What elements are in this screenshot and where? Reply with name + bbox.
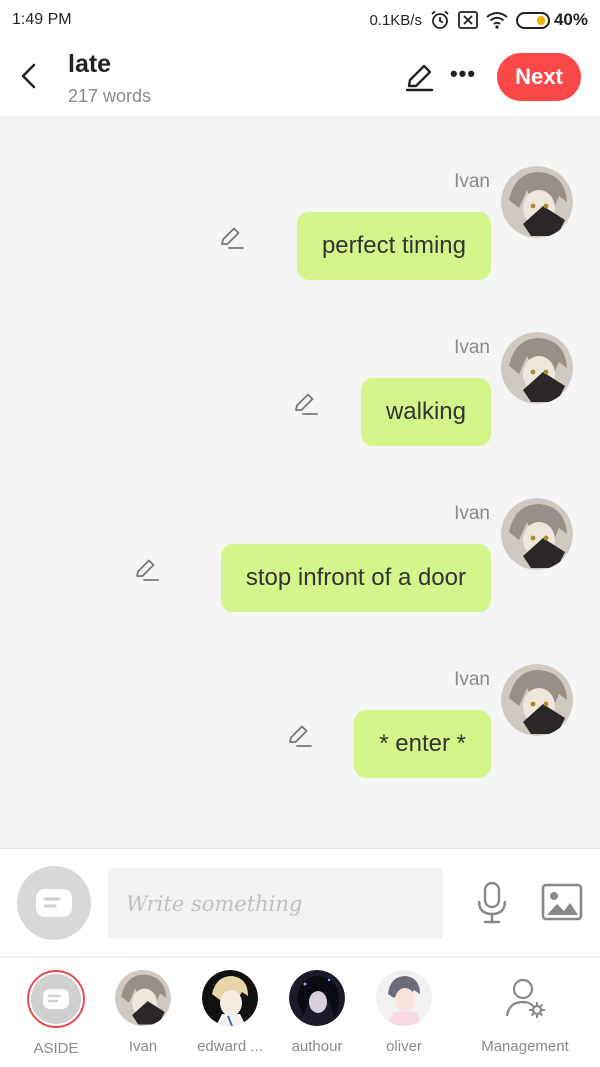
- avatar: [115, 970, 171, 1026]
- character-label: ASIDE: [33, 1040, 79, 1057]
- more-button[interactable]: •••: [446, 62, 480, 92]
- microphone-icon: [477, 881, 507, 924]
- aside-bubble-icon: [43, 989, 69, 1009]
- edit-message-button[interactable]: [286, 723, 312, 749]
- wifi-icon: [486, 12, 508, 29]
- battery-icon: [515, 11, 550, 29]
- status-icons: 0.1KB/s 40%: [369, 10, 588, 30]
- net-speed: 0.1KB/s: [369, 11, 422, 29]
- character-label: Ivan: [128, 1038, 158, 1055]
- avatar[interactable]: [501, 332, 573, 404]
- user-settings-icon: [505, 978, 545, 1018]
- edit-message-button[interactable]: [218, 225, 244, 251]
- aside-toggle-button[interactable]: [17, 866, 91, 940]
- image-icon: [541, 883, 583, 921]
- character-label: Management: [481, 1038, 569, 1055]
- image-button[interactable]: [541, 883, 583, 921]
- back-arrow-icon: [21, 63, 36, 89]
- character-authour[interactable]: authour: [272, 970, 362, 1055]
- character-label: edward ...: [197, 1038, 263, 1055]
- avatar: [202, 970, 258, 1026]
- character-aside[interactable]: ASIDE: [11, 970, 101, 1057]
- aside-bubble-icon: [36, 889, 72, 917]
- pencil-icon: [295, 393, 318, 415]
- back-button[interactable]: [14, 60, 42, 92]
- avatar[interactable]: [501, 166, 573, 238]
- aside-avatar: [27, 970, 85, 1028]
- character-label: oliver: [386, 1038, 422, 1055]
- message-bubble[interactable]: stop infront of a door: [220, 544, 491, 612]
- character-oliver[interactable]: oliver: [359, 970, 449, 1055]
- chat-area[interactable]: Ivan perfect timing Ivan walking Ivan st…: [0, 116, 600, 848]
- avatar[interactable]: [501, 664, 573, 736]
- status-time: 1:49 PM: [12, 11, 72, 28]
- input-bar: [0, 848, 600, 956]
- alarm-icon: [431, 10, 449, 29]
- pencil-icon: [221, 227, 244, 249]
- avatar: [289, 970, 345, 1026]
- status-bar: 1:49 PM 0.1KB/s 40%: [0, 0, 600, 40]
- header: late 217 words ••• Next: [0, 40, 600, 116]
- message-bubble[interactable]: perfect timing: [296, 212, 491, 280]
- pencil-icon: [405, 64, 434, 92]
- character-ivan[interactable]: Ivan: [98, 970, 188, 1055]
- character-bar: ASIDE Ivan edward ... authour oliver Man…: [0, 957, 600, 1067]
- sender-name: Ivan: [454, 171, 490, 192]
- message-bubble[interactable]: walking: [360, 378, 491, 446]
- battery-percent: 40%: [553, 10, 588, 29]
- avatar[interactable]: [501, 498, 573, 570]
- battery-fill: [536, 15, 545, 25]
- more-icon: •••: [449, 61, 477, 86]
- battery-indicator: 40%: [515, 10, 588, 30]
- message-input[interactable]: [108, 868, 443, 939]
- edit-title-button[interactable]: [402, 60, 436, 94]
- screen-cast-icon: [458, 11, 478, 29]
- sender-name: Ivan: [454, 503, 490, 524]
- edit-message-button[interactable]: [292, 391, 318, 417]
- edit-message-button[interactable]: [133, 557, 159, 583]
- story-title: late: [68, 50, 112, 78]
- message-bubble[interactable]: * enter *: [354, 710, 491, 778]
- next-button[interactable]: Next: [497, 53, 581, 101]
- microphone-button[interactable]: [474, 881, 510, 925]
- character-label: authour: [291, 1038, 343, 1055]
- sender-name: Ivan: [454, 669, 490, 690]
- word-count: 217 words: [68, 86, 152, 106]
- sender-name: Ivan: [454, 337, 490, 358]
- avatar: [376, 970, 432, 1026]
- pencil-icon: [289, 725, 312, 747]
- pencil-icon: [136, 559, 159, 581]
- management-button[interactable]: Management: [478, 970, 572, 1055]
- character-edward[interactable]: edward ...: [185, 970, 275, 1055]
- management-icon-wrap: [497, 970, 553, 1026]
